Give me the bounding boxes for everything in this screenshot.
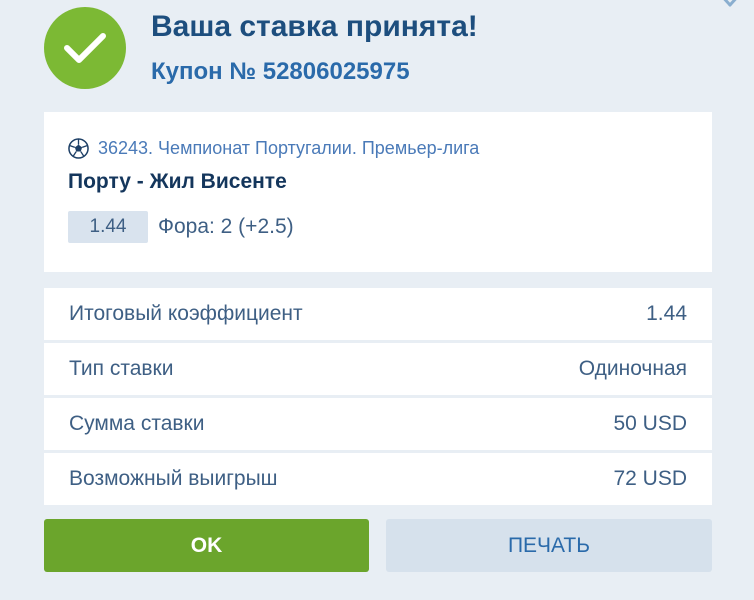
coupon-number: Купон № 52806025975 (151, 58, 410, 85)
league-row: 36243. Чемпионат Португалии. Премьер-лиг… (68, 138, 479, 159)
close-icon[interactable] (714, 0, 744, 14)
summary-label: Тип ставки (69, 357, 174, 380)
summary-row-total-odds: Итоговый коэффициент 1.44 (44, 288, 712, 340)
summary-value: Одиночная (578, 357, 687, 380)
summary-label: Сумма ставки (69, 412, 205, 435)
bet-row: 1.44 Фора: 2 (+2.5) (68, 211, 294, 243)
summary-row-potential-win: Возможный выигрыш 72 USD (44, 453, 712, 505)
summary-value: 72 USD (613, 467, 687, 490)
summary-row-stake: Сумма ставки 50 USD (44, 398, 712, 450)
summary-row-bet-type: Тип ставки Одиночная (44, 343, 712, 395)
league-name: 36243. Чемпионат Португалии. Премьер-лиг… (98, 138, 480, 158)
confirmation-header: Ваша ставка принята! Купон № 52806025975 (0, 0, 754, 105)
summary-value: 1.44 (646, 302, 687, 325)
event-card: 36243. Чемпионат Португалии. Премьер-лиг… (44, 112, 712, 272)
odds-badge: 1.44 (68, 211, 148, 243)
summary-label: Возможный выигрыш (69, 467, 278, 490)
match-title: Порту - Жил Висенте (68, 170, 287, 193)
print-button[interactable]: ПЕЧАТЬ (386, 519, 712, 572)
bet-summary: Итоговый коэффициент 1.44 Тип ставки Оди… (44, 288, 712, 508)
bet-type: Фора: 2 (+2.5) (158, 215, 294, 238)
soccer-ball-icon (68, 138, 89, 159)
checkmark-icon (44, 7, 126, 89)
summary-value: 50 USD (613, 412, 687, 435)
ok-button[interactable]: OK (44, 519, 369, 572)
summary-label: Итоговый коэффициент (69, 302, 303, 325)
page-title: Ваша ставка принята! (151, 10, 478, 43)
